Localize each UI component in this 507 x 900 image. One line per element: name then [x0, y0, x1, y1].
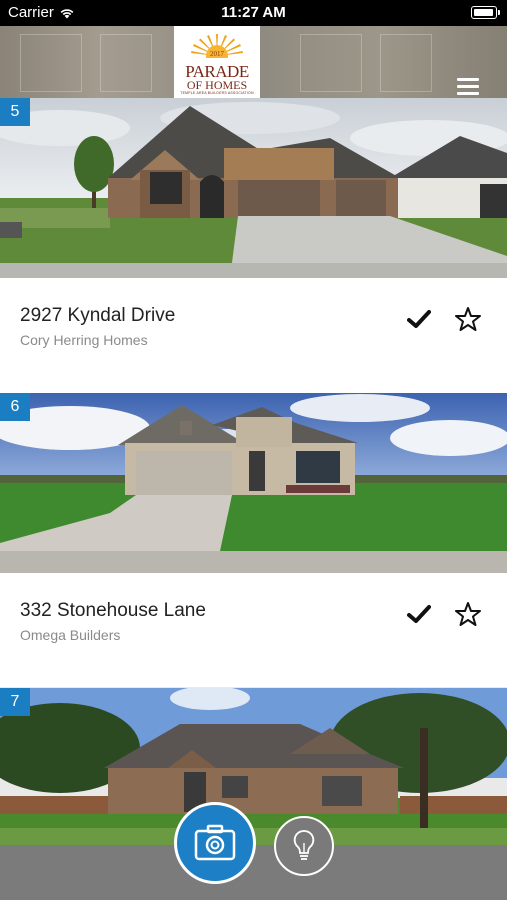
house-photo-image	[0, 393, 507, 573]
house-photo-image	[0, 688, 507, 848]
header-background-panel	[380, 34, 432, 92]
status-bar: Carrier 11:27 AM	[0, 0, 507, 26]
hamburger-menu-icon-bar	[457, 92, 479, 95]
menu-button[interactable]	[457, 78, 479, 96]
header-background-panel	[20, 34, 82, 92]
camera-icon	[194, 824, 236, 861]
app-header: 2017 PARADE OF HOMES TEMPLE AREA BUILDER…	[0, 26, 507, 98]
visited-check-icon[interactable]	[407, 309, 431, 329]
clock: 11:27 AM	[221, 4, 286, 21]
camera-button[interactable]	[174, 802, 256, 884]
listing-number-badge: 6	[0, 393, 30, 421]
parade-of-homes-logo[interactable]: 2017 PARADE OF HOMES TEMPLE AREA BUILDER…	[174, 26, 260, 98]
battery-icon	[471, 6, 500, 19]
listing-number-badge: 5	[0, 98, 30, 126]
logo-tagline: TEMPLE AREA BUILDERS ASSOCIATION	[180, 91, 254, 95]
listing-info[interactable]: 2927 Kyndal Drive Cory Herring Homes	[0, 278, 507, 393]
visited-check-icon[interactable]	[407, 604, 431, 624]
logo-year: 2017	[210, 50, 224, 58]
listing-builder: Cory Herring Homes	[20, 332, 148, 348]
listing-number-badge: 7	[0, 688, 30, 716]
header-background-panel	[300, 34, 362, 92]
house-photo-image	[0, 98, 507, 278]
logo-subtitle: OF HOMES	[186, 78, 248, 92]
lightbulb-icon	[293, 830, 315, 860]
listing-address: 2927 Kyndal Drive	[20, 305, 176, 326]
header-background-panel	[100, 34, 152, 92]
house-photo[interactable]: 5	[0, 98, 507, 278]
logo-title: PARADE	[185, 62, 249, 81]
house-photo[interactable]: 7	[0, 688, 507, 848]
listing-info[interactable]: 332 Stonehouse Lane Omega Builders	[0, 573, 507, 687]
listing-address: 332 Stonehouse Lane	[20, 600, 206, 621]
favorite-star-icon[interactable]	[455, 306, 481, 332]
listing-builder: Omega Builders	[20, 627, 121, 643]
hamburger-menu-icon-bar	[457, 85, 479, 88]
favorite-star-icon[interactable]	[455, 601, 481, 627]
hamburger-menu-icon	[457, 78, 479, 81]
house-photo[interactable]: 6	[0, 393, 507, 573]
tips-button[interactable]	[274, 816, 334, 876]
